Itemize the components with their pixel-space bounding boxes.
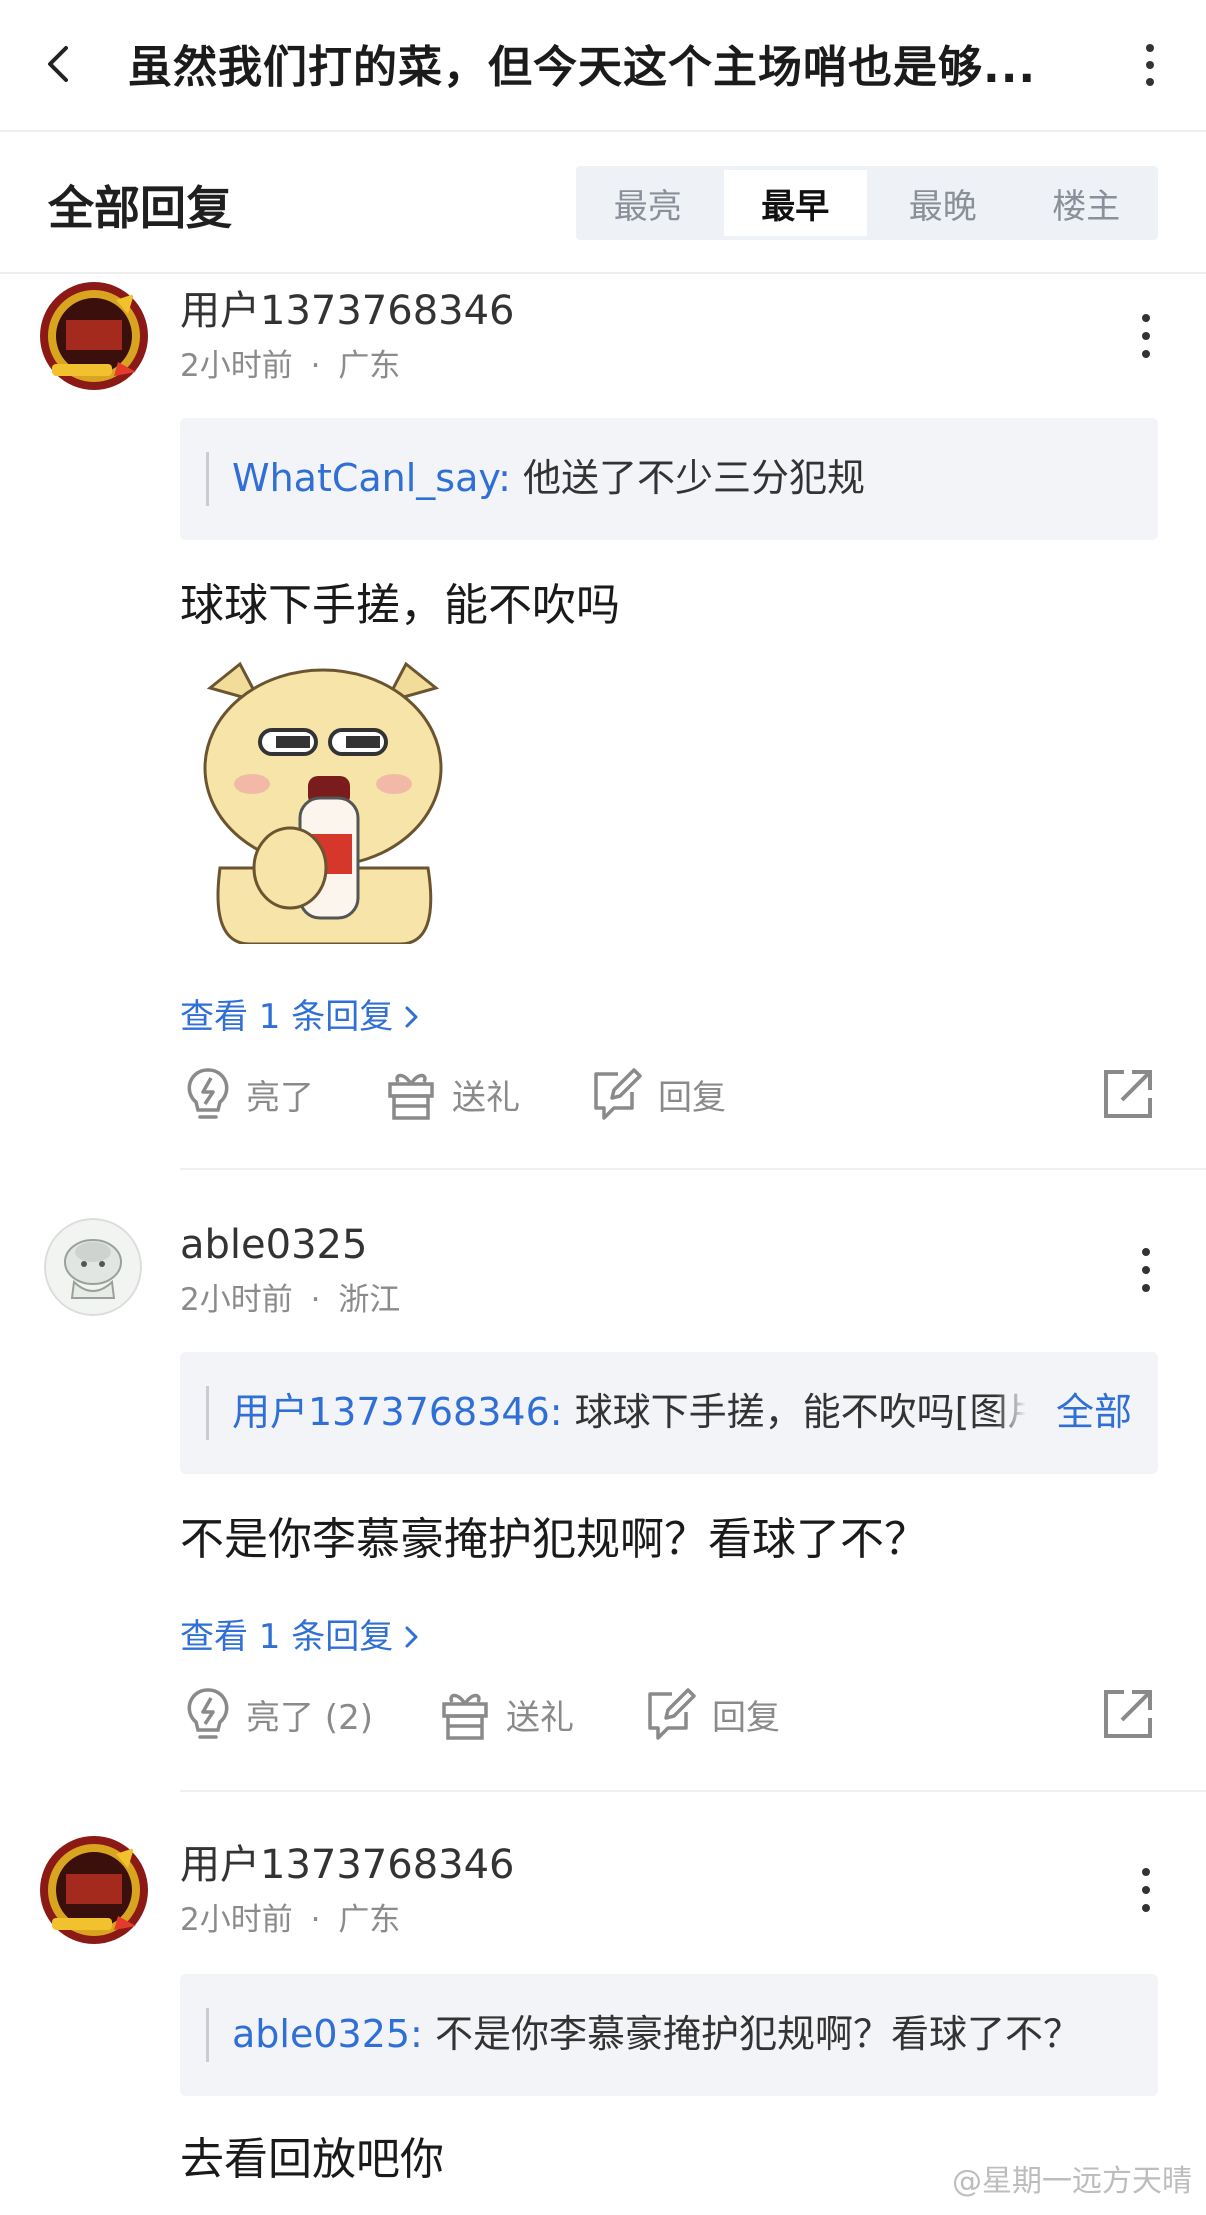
like-label: 亮了 (2)	[246, 1697, 373, 1738]
quote-username[interactable]: able0325:	[232, 2012, 423, 2056]
quote-content: WhatCanl_say: 他送了不少三分犯规	[232, 448, 1128, 508]
expand-quote-link[interactable]: 全部	[995, 1382, 1132, 1442]
gift-button[interactable]: 送礼	[438, 1684, 574, 1744]
comment-more-icon[interactable]	[1136, 1244, 1156, 1296]
tab-earliest[interactable]: 最早	[723, 170, 867, 236]
post-meta: 2小时前 · 浙江	[180, 1280, 400, 1320]
share-icon[interactable]	[1100, 1066, 1156, 1122]
like-button[interactable]: 亮了	[184, 1064, 314, 1124]
quoted-reply[interactable]: 用户1373768346: 球球下手搓，能不吹吗[图片] 全部	[180, 1352, 1158, 1474]
post-meta: 2小时前 · 广东	[180, 346, 400, 386]
post-location: 广东	[338, 1902, 401, 1938]
quote-content: 用户1373768346: 球球下手搓，能不吹吗[图片]	[232, 1382, 1128, 1442]
more-icon[interactable]	[1136, 40, 1164, 90]
reply-label: 回复	[712, 1697, 780, 1738]
avatar[interactable]	[38, 280, 150, 392]
quote-text: 球球下手搓，能不吹吗[图片]	[562, 1390, 1061, 1434]
username[interactable]: able0325	[180, 1220, 367, 1270]
edit-icon	[648, 1688, 696, 1740]
watermark: @星期一远方天晴	[952, 2164, 1192, 2199]
reply-button[interactable]: 回复	[588, 1064, 726, 1124]
quote-text: 他送了不少三分犯规	[510, 456, 866, 500]
view-replies-label: 查看 1 条回复	[180, 997, 394, 1037]
meta-separator: ·	[310, 348, 321, 384]
lightbulb-icon	[187, 1068, 229, 1119]
sort-tabs: 最亮 最早 最晚 楼主	[576, 166, 1158, 240]
comment-more-icon[interactable]	[1136, 310, 1156, 362]
post-location: 浙江	[338, 1282, 401, 1318]
divider	[0, 272, 1206, 274]
avatar[interactable]	[38, 1834, 150, 1946]
edit-icon	[594, 1068, 642, 1120]
tab-op-only[interactable]: 楼主	[1015, 166, 1159, 240]
gift-button[interactable]: 送礼	[384, 1064, 520, 1124]
quoted-reply[interactable]: WhatCanl_say: 他送了不少三分犯规	[180, 418, 1158, 540]
lightbulb-icon	[187, 1688, 229, 1739]
reply-button[interactable]: 回复	[642, 1684, 780, 1744]
username[interactable]: 用户1373768346	[180, 1840, 515, 1890]
gift-label: 送礼	[452, 1077, 520, 1118]
chevron-right-icon	[405, 1006, 418, 1028]
reply-label: 回复	[658, 1077, 726, 1118]
username[interactable]: 用户1373768346	[180, 286, 515, 336]
gift-icon	[442, 1693, 488, 1740]
post-meta: 2小时前 · 广东	[180, 1900, 400, 1940]
share-icon[interactable]	[1100, 1686, 1156, 1742]
back-icon[interactable]	[36, 40, 84, 88]
comment-body: 不是你李慕豪掩护犯规啊？看球了不？	[180, 1514, 928, 1565]
comment-divider	[180, 1790, 1206, 1792]
quote-content: able0325: 不是你李慕豪掩护犯规啊？看球了不？	[232, 2004, 1128, 2064]
quote-text: 不是你李慕豪掩护犯规啊？看球了不？	[422, 2012, 1081, 2056]
quoted-reply[interactable]: able0325: 不是你李慕豪掩护犯规啊？看球了不？	[180, 1974, 1158, 2096]
meta-separator: ·	[310, 1282, 321, 1318]
replies-section-title: 全部回复	[48, 181, 232, 235]
view-replies-link[interactable]: 查看 1 条回复	[180, 1612, 421, 1662]
quote-bar	[206, 452, 209, 506]
quote-username[interactable]: 用户1373768346:	[232, 1390, 563, 1434]
tab-latest[interactable]: 最晚	[871, 166, 1015, 240]
comment-divider	[180, 1168, 1206, 1170]
post-time: 2小时前	[180, 348, 293, 384]
chevron-right-icon	[405, 1626, 418, 1648]
tab-brightest[interactable]: 最亮	[576, 166, 720, 240]
quote-username[interactable]: WhatCanl_say:	[232, 456, 511, 500]
comment-body: 去看回放吧你	[180, 2134, 444, 2185]
quote-bar	[206, 2008, 209, 2062]
comment-more-icon[interactable]	[1136, 1864, 1156, 1916]
post-location: 广东	[338, 348, 401, 384]
view-replies-label: 查看 1 条回复	[180, 1617, 394, 1657]
like-button[interactable]: 亮了 (2)	[184, 1684, 373, 1744]
comment-body: 球球下手搓，能不吹吗	[180, 580, 620, 631]
quote-bar	[206, 1386, 209, 1440]
sticker-image[interactable]	[180, 658, 466, 946]
post-time: 2小时前	[180, 1902, 293, 1938]
like-label: 亮了	[246, 1077, 314, 1118]
gift-icon	[388, 1073, 434, 1120]
gift-label: 送礼	[506, 1697, 574, 1738]
avatar[interactable]	[44, 1218, 142, 1316]
view-replies-link[interactable]: 查看 1 条回复	[180, 992, 421, 1042]
page-title: 虽然我们打的菜，但今天这个主场哨也是够...	[128, 42, 1037, 93]
post-time: 2小时前	[180, 1282, 293, 1318]
meta-separator: ·	[310, 1902, 321, 1938]
